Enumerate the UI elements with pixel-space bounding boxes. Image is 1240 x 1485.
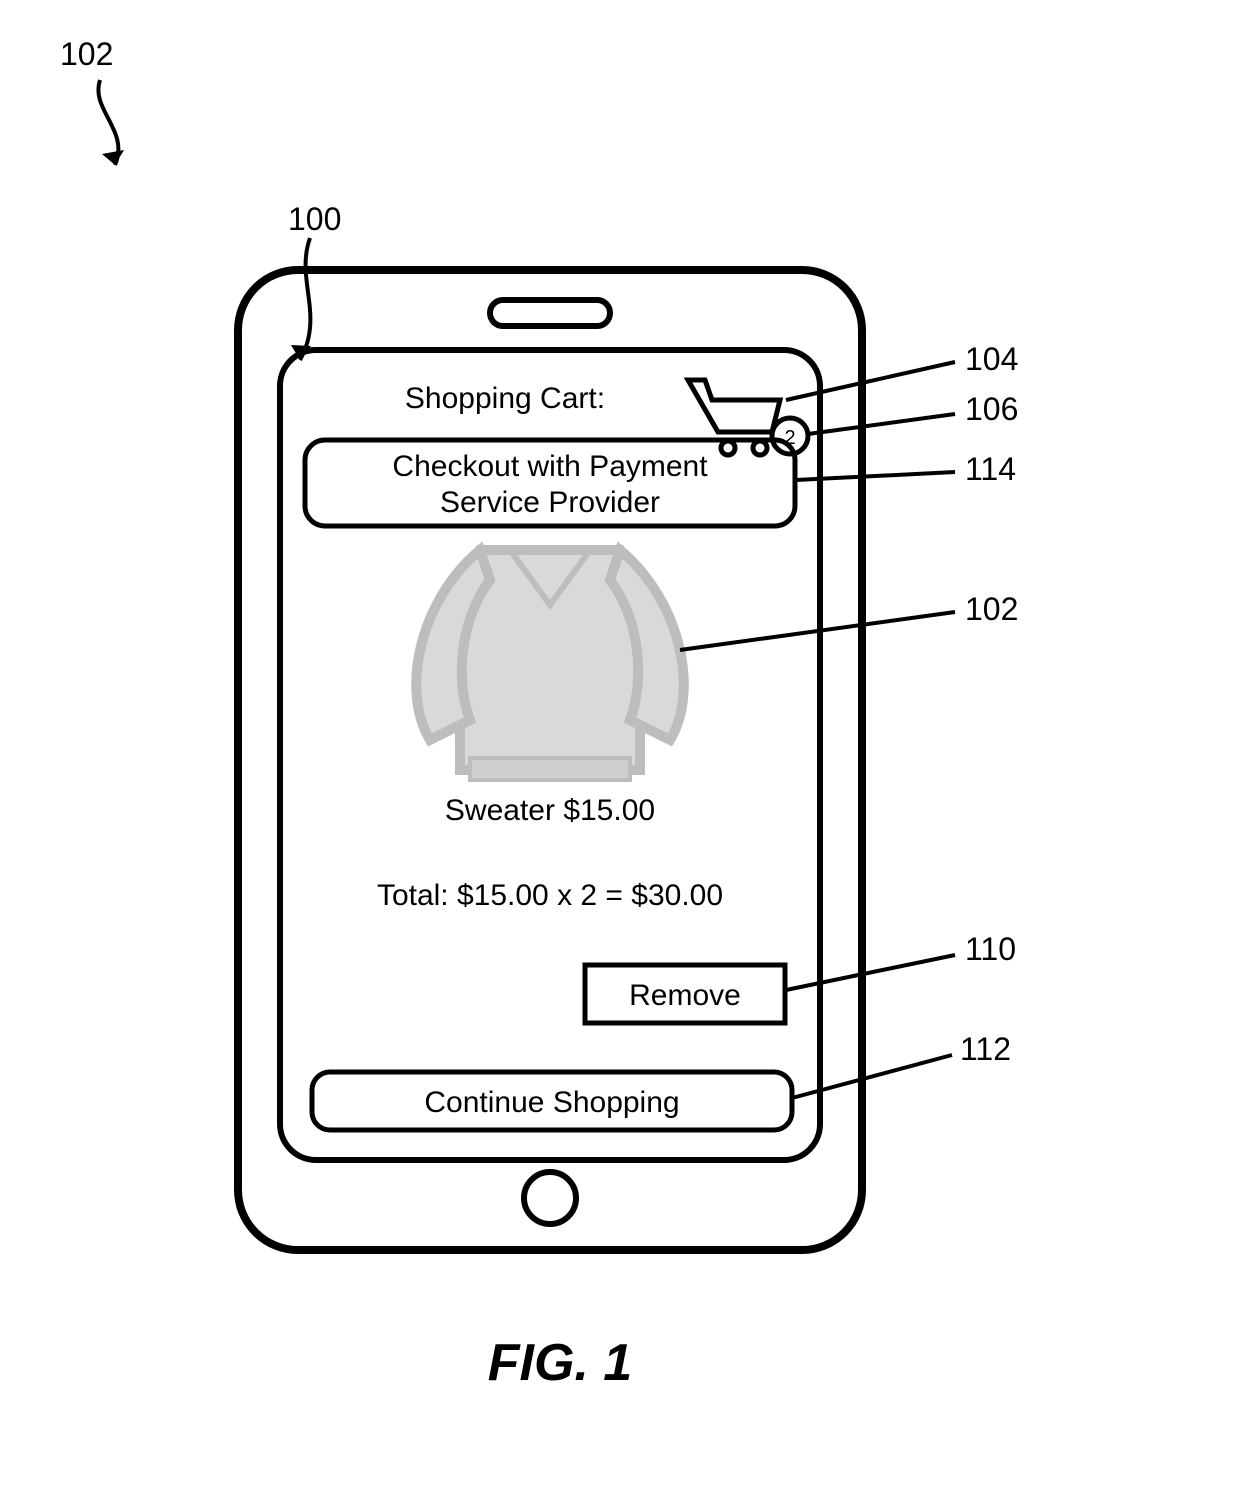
page-title: Shopping Cart: (405, 382, 605, 415)
checkout-line2: Service Provider (440, 486, 660, 519)
callout-110-lead (786, 955, 955, 990)
callout-100-lead (300, 238, 310, 360)
callout-102: 102 (965, 591, 1018, 627)
callout-112: 112 (960, 1031, 1011, 1067)
home-button[interactable] (524, 1172, 576, 1224)
callout-106: 106 (965, 391, 1018, 427)
product-name: Sweater (445, 794, 555, 827)
ref-top-arrowhead (102, 150, 124, 165)
product-price: $15.00 (563, 794, 655, 827)
callout-106-lead (808, 414, 955, 434)
continue-label: Continue Shopping (424, 1086, 679, 1119)
product-image (416, 550, 684, 780)
callout-110: 110 (965, 931, 1016, 967)
ref-top: 102 (60, 36, 113, 72)
callout-104-lead (786, 362, 955, 400)
checkout-line1: Checkout with Payment (392, 450, 708, 483)
speaker-slot (490, 300, 610, 326)
callout-100: 100 (288, 201, 341, 237)
callout-104: 104 (965, 341, 1018, 377)
callout-114: 114 (965, 451, 1016, 487)
remove-label: Remove (629, 979, 741, 1012)
continue-button[interactable]: Continue Shopping (312, 1072, 792, 1130)
figure-canvas: 102 Shopping Cart: 2 Checkout with Payme… (0, 0, 1240, 1485)
product-label: Sweater $15.00 (445, 794, 655, 827)
figure-caption: FIG. 1 (488, 1334, 632, 1392)
total-line: Total: $15.00 x 2 = $30.00 (377, 879, 723, 912)
callout-112-lead (792, 1055, 952, 1098)
cart-icon[interactable] (688, 380, 780, 455)
remove-button[interactable]: Remove (585, 965, 785, 1023)
